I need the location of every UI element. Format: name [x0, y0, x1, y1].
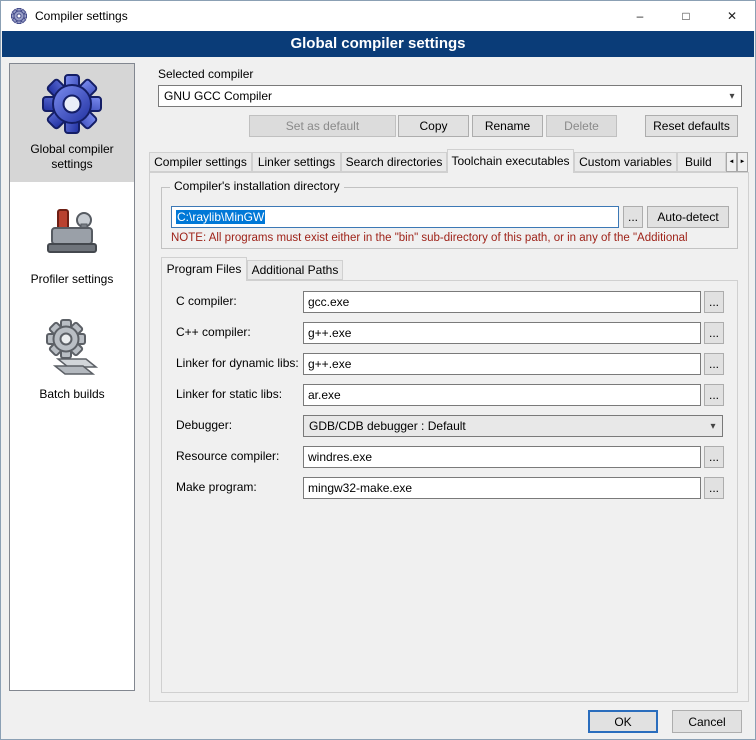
- copy-button[interactable]: Copy: [398, 115, 469, 137]
- settings-sidebar: Global compiler settings Profiler settin…: [9, 63, 135, 691]
- batch-builds-icon: [40, 317, 104, 381]
- debugger-value: GDB/CDB debugger : Default: [309, 419, 704, 433]
- sidebar-item-label: Profiler settings: [31, 272, 114, 287]
- tab-build[interactable]: Build: [677, 152, 726, 172]
- cpp-compiler-value: g++.exe: [308, 326, 351, 340]
- cpp-compiler-browse-button[interactable]: ...: [704, 322, 724, 344]
- tab-scroll-left-button[interactable]: ◄: [726, 152, 737, 172]
- dynamic-libs-linker-input[interactable]: g++.exe: [303, 353, 701, 375]
- tab-linker-settings[interactable]: Linker settings: [252, 152, 341, 172]
- note-text: NOTE: All programs must exist either in …: [171, 232, 738, 244]
- make-program-label: Make program:: [176, 480, 257, 494]
- cancel-button[interactable]: Cancel: [672, 710, 742, 733]
- dynamic-libs-linker-label: Linker for dynamic libs:: [176, 356, 299, 370]
- sidebar-item-profiler-settings[interactable]: Profiler settings: [10, 194, 134, 297]
- c-compiler-browse-button[interactable]: ...: [704, 291, 724, 313]
- static-libs-linker-browse-button[interactable]: ...: [704, 384, 724, 406]
- chevron-down-icon: ▾: [723, 91, 741, 102]
- dialog-banner: Global compiler settings: [2, 31, 754, 57]
- subtab-program-files[interactable]: Program Files: [161, 257, 247, 281]
- auto-detect-button[interactable]: Auto-detect: [647, 206, 729, 228]
- delete-button[interactable]: Delete: [546, 115, 617, 137]
- installation-directory-value: C:\raylib\MinGW: [176, 210, 265, 224]
- ok-button[interactable]: OK: [588, 710, 658, 733]
- debugger-dropdown[interactable]: GDB/CDB debugger : Default ▾: [303, 415, 723, 437]
- chevron-down-icon: ▾: [704, 421, 722, 432]
- installation-directory-input[interactable]: C:\raylib\MinGW: [171, 206, 619, 228]
- sidebar-item-label: Batch builds: [39, 387, 104, 402]
- tab-custom-variables[interactable]: Custom variables: [574, 152, 677, 172]
- browse-directory-button[interactable]: ...: [623, 206, 643, 228]
- maximize-button[interactable]: □: [663, 1, 709, 31]
- window-title: Compiler settings: [35, 9, 128, 23]
- make-program-value: mingw32-make.exe: [308, 481, 412, 495]
- tab-scroll-right-button[interactable]: ►: [737, 152, 748, 172]
- make-program-browse-button[interactable]: ...: [704, 477, 724, 499]
- tab-compiler-settings[interactable]: Compiler settings: [149, 152, 252, 172]
- make-program-input[interactable]: mingw32-make.exe: [303, 477, 701, 499]
- dynamic-libs-linker-value: g++.exe: [308, 357, 351, 371]
- c-compiler-input[interactable]: gcc.exe: [303, 291, 701, 313]
- reset-defaults-button[interactable]: Reset defaults: [645, 115, 738, 137]
- minimize-button[interactable]: –: [617, 1, 663, 31]
- installation-directory-group-title: Compiler's installation directory: [170, 179, 344, 193]
- static-libs-linker-value: ar.exe: [308, 388, 341, 402]
- sidebar-item-label: Global compiler settings: [12, 142, 132, 172]
- profiler-icon: [40, 202, 104, 266]
- selected-compiler-dropdown[interactable]: GNU GCC Compiler ▾: [158, 85, 742, 107]
- sidebar-item-global-compiler-settings[interactable]: Global compiler settings: [10, 64, 134, 182]
- resource-compiler-browse-button[interactable]: ...: [704, 446, 724, 468]
- cpp-compiler-input[interactable]: g++.exe: [303, 322, 701, 344]
- cpp-compiler-label: C++ compiler:: [176, 325, 251, 339]
- resource-compiler-label: Resource compiler:: [176, 449, 279, 463]
- tab-search-directories[interactable]: Search directories: [341, 152, 447, 172]
- compiler-gear-icon: [40, 72, 104, 136]
- compiler-settings-window: Compiler settings – □ ✕ Global compiler …: [0, 0, 756, 740]
- static-libs-linker-label: Linker for static libs:: [176, 387, 282, 401]
- c-compiler-value: gcc.exe: [308, 295, 349, 309]
- title-bar: Compiler settings – □ ✕: [1, 1, 755, 31]
- resource-compiler-value: windres.exe: [308, 450, 372, 464]
- selected-compiler-label: Selected compiler: [158, 67, 253, 81]
- tab-toolchain-executables[interactable]: Toolchain executables: [447, 149, 574, 173]
- selected-compiler-value: GNU GCC Compiler: [164, 89, 723, 103]
- static-libs-linker-input[interactable]: ar.exe: [303, 384, 701, 406]
- rename-button[interactable]: Rename: [472, 115, 543, 137]
- subtab-additional-paths[interactable]: Additional Paths: [247, 260, 343, 280]
- set-as-default-button[interactable]: Set as default: [249, 115, 396, 137]
- resource-compiler-input[interactable]: windres.exe: [303, 446, 701, 468]
- app-icon: [11, 8, 27, 24]
- close-button[interactable]: ✕: [709, 1, 755, 31]
- dynamic-libs-linker-browse-button[interactable]: ...: [704, 353, 724, 375]
- debugger-label: Debugger:: [176, 418, 232, 432]
- c-compiler-label: C compiler:: [176, 294, 237, 308]
- sidebar-item-batch-builds[interactable]: Batch builds: [10, 309, 134, 412]
